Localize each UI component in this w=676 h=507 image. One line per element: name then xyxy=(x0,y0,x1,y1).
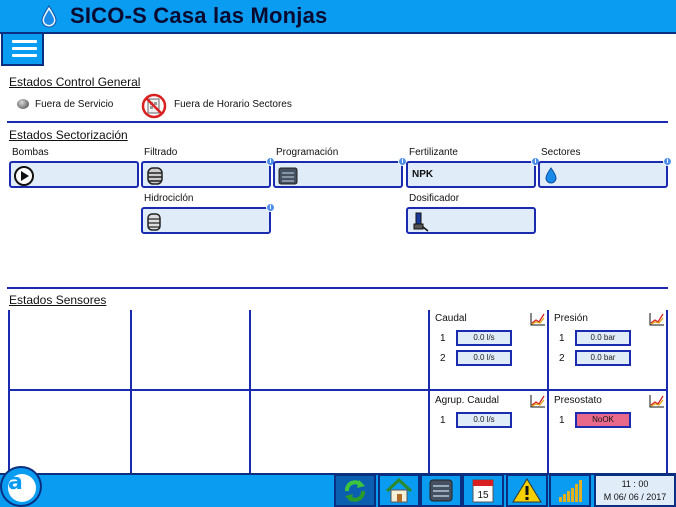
caudal-value: 0.0 l/s xyxy=(456,330,512,346)
dosificador-label: Dosificador xyxy=(409,193,460,204)
signal-icon xyxy=(559,480,582,502)
clock-time: 11 : 00 xyxy=(621,479,649,489)
alarms-button[interactable] xyxy=(506,474,548,507)
pump-play-icon xyxy=(14,166,34,186)
fertilizante-label: Fertilizante xyxy=(409,147,458,158)
grid-divider xyxy=(8,310,10,473)
app-title: SICO-S Casa las Monjas xyxy=(70,3,328,28)
warning-icon xyxy=(512,478,542,503)
caudal-title: Caudal xyxy=(435,313,467,324)
agrup-caudal-index: 1 xyxy=(440,415,446,426)
presostato-status: NoOK xyxy=(575,412,631,428)
hydrocyclone-icon xyxy=(147,213,161,231)
presostato-index: 1 xyxy=(559,415,565,426)
section-divider xyxy=(7,287,668,289)
signal-button[interactable] xyxy=(549,474,591,507)
fuera-horario-label: Fuera de Horario Sectores xyxy=(174,99,292,110)
grid-divider xyxy=(130,310,132,473)
sectores-label: Sectores xyxy=(541,147,581,158)
home-icon xyxy=(385,477,413,503)
filter-icon xyxy=(147,167,163,185)
programacion-box[interactable]: i xyxy=(273,157,407,188)
agrup-caudal-value: 0.0 l/s xyxy=(456,412,512,428)
dosificador-box[interactable] xyxy=(406,207,536,234)
fertilizante-value: NPK xyxy=(412,169,434,180)
water-drop-icon xyxy=(545,167,557,184)
calendar-icon: 15 xyxy=(472,479,494,503)
hidrociclon-label: Hidrociclón xyxy=(144,193,194,204)
programs-button[interactable] xyxy=(420,474,462,507)
presion-title: Presión xyxy=(554,313,588,324)
clock-date: M 06/ 06 / 2017 xyxy=(603,492,667,502)
caudal-index: 1 xyxy=(440,333,446,344)
bombas-box[interactable] xyxy=(9,161,139,188)
calendar-button[interactable]: 15 xyxy=(462,474,504,507)
hidrociclon-box[interactable]: i xyxy=(141,203,275,234)
home-button[interactable] xyxy=(378,474,420,507)
no-schedule-icon xyxy=(141,93,167,119)
sensores-title: Estados Sensores xyxy=(9,293,107,307)
grid-divider xyxy=(547,310,549,473)
trend-chart-icon[interactable] xyxy=(649,394,665,408)
program-list-icon xyxy=(278,167,298,185)
programacion-label: Programación xyxy=(276,147,339,158)
grid-divider xyxy=(666,310,668,473)
presion-value: 0.0 bar xyxy=(575,350,631,366)
clock-display[interactable]: 11 : 00 M 06/ 06 / 2017 xyxy=(594,474,676,507)
refresh-icon xyxy=(345,480,365,502)
grid-divider xyxy=(249,310,251,473)
hamburger-menu-icon xyxy=(12,40,37,43)
water-drop-icon xyxy=(41,5,57,28)
sectorizacion-title: Estados Sectorización xyxy=(9,128,128,142)
trend-chart-icon[interactable] xyxy=(530,394,546,408)
control-general-title: Estados Control General xyxy=(9,75,141,89)
grid-divider xyxy=(428,310,430,473)
refresh-button[interactable] xyxy=(334,474,376,507)
sectores-box[interactable]: i xyxy=(538,157,672,188)
app-logo[interactable]: a xyxy=(0,466,42,507)
agrup-caudal-title: Agrup. Caudal xyxy=(435,395,499,406)
fertilizante-box[interactable]: NPK i xyxy=(406,157,540,188)
presion-index: 2 xyxy=(559,353,565,364)
program-list-icon xyxy=(429,479,453,502)
hamburger-line xyxy=(12,54,37,57)
menu-button[interactable] xyxy=(1,34,44,66)
doser-icon xyxy=(413,212,429,232)
info-icon[interactable]: i xyxy=(266,203,275,212)
bombas-label: Bombas xyxy=(12,147,49,158)
trend-chart-icon[interactable] xyxy=(649,312,665,326)
fuera-servicio-label: Fuera de Servicio xyxy=(35,99,114,110)
info-icon[interactable]: i xyxy=(663,157,672,166)
filtrado-box[interactable]: i xyxy=(141,157,275,188)
presion-index: 1 xyxy=(559,333,565,344)
caudal-index: 2 xyxy=(440,353,446,364)
trend-chart-icon[interactable] xyxy=(530,312,546,326)
app-header: SICO-S Casa las Monjas xyxy=(0,0,676,34)
presostato-title: Presostato xyxy=(554,395,602,406)
caudal-value: 0.0 l/s xyxy=(456,350,512,366)
calendar-day: 15 xyxy=(477,490,489,501)
hamburger-line xyxy=(12,47,37,50)
logo-letter-icon: a xyxy=(8,470,23,495)
grid-divider xyxy=(8,389,668,391)
filtrado-label: Filtrado xyxy=(144,147,178,158)
section-divider xyxy=(7,121,668,123)
grey-status-ball-icon xyxy=(17,99,29,109)
presion-value: 0.0 bar xyxy=(575,330,631,346)
